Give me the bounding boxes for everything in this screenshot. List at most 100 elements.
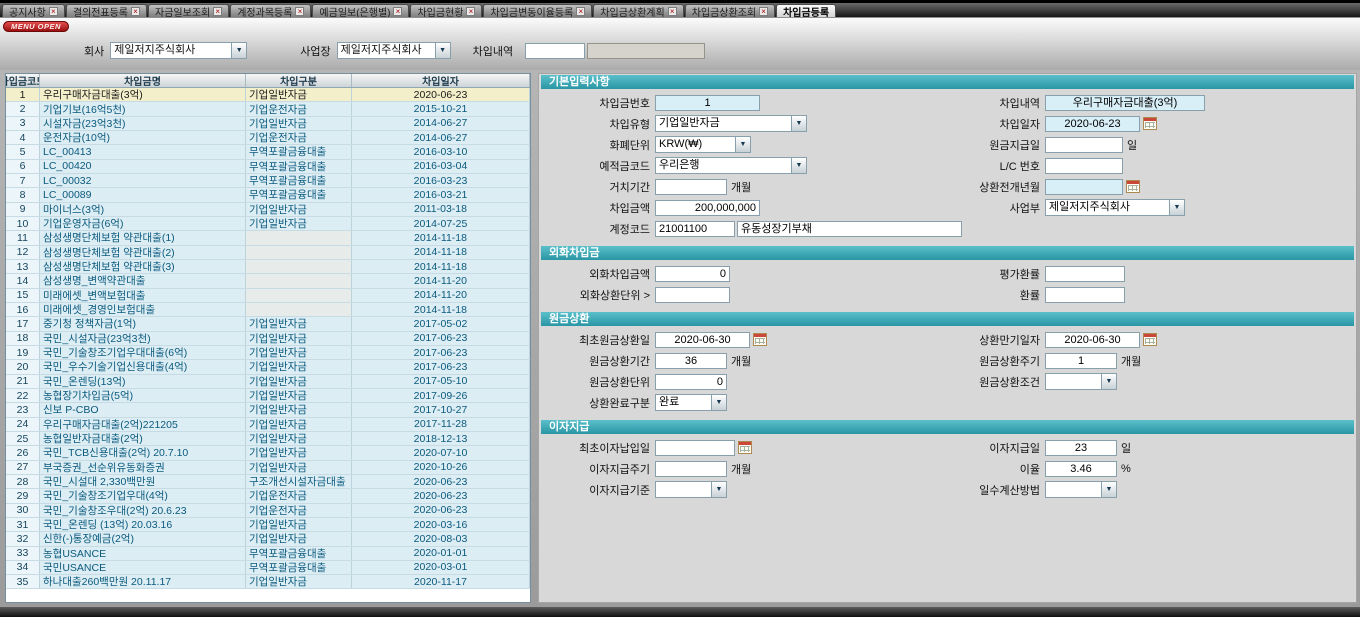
table-row[interactable]: 14삼성생명_변액약관대출2014-11-20 (6, 274, 530, 288)
table-row[interactable]: 18국민_시설자금(23억3천)기업일반자금2017-06-23 (6, 332, 530, 346)
principal-repayment-period-field[interactable]: 36 (655, 353, 727, 369)
site-select[interactable]: 제일저지주식회사 ▼ (337, 42, 451, 59)
deposit-code-select[interactable]: 우리은행▼ (655, 157, 807, 174)
tab-4[interactable]: 계정과목등록× (230, 4, 311, 17)
day-count-method-select[interactable]: ▼ (1045, 481, 1117, 498)
tab-2[interactable]: 결의전표등록× (66, 4, 147, 17)
table-row[interactable]: 28국민_시설대 2,330백만원구조개선시설자금대출2020-06-23 (6, 475, 530, 489)
first-interest-payment-date-field[interactable] (655, 440, 735, 456)
tab-10[interactable]: 차입금등록 (776, 4, 836, 17)
table-row[interactable]: 25농협일반자금대출(2억)기업일반자금2018-12-13 (6, 432, 530, 446)
table-row[interactable]: 9마이너스(3억)기업일반자금2011-03-18 (6, 203, 530, 217)
loan-name-cell: 신한(-)통장예금(2억) (40, 532, 246, 545)
table-row[interactable]: 5LC_00413무역포괄금융대출2016-03-10 (6, 145, 530, 159)
table-row[interactable]: 13삼성생명단체보험 약관대출(3)2014-11-18 (6, 260, 530, 274)
loan-description-field[interactable]: 우리구매자금대출(3억) (1045, 95, 1205, 111)
business-unit-select[interactable]: 제일저지주식회사▼ (1045, 199, 1185, 216)
table-row[interactable]: 8LC_00089무역포괄금융대출2016-03-21 (6, 188, 530, 202)
principal-repayment-cycle-field[interactable]: 1 (1045, 353, 1117, 369)
exchange-rate-field[interactable] (1045, 287, 1125, 303)
grace-period-field[interactable] (655, 179, 727, 195)
table-row[interactable]: 16미래에셋_경영인보험대출2014-11-18 (6, 303, 530, 317)
calendar-icon[interactable] (1143, 117, 1157, 130)
account-code-name-field[interactable]: 유동성장기부채 (737, 221, 962, 237)
fx-repayment-unit-field[interactable] (655, 287, 730, 303)
loan-name-cell: 하나대출260백만원 20.11.17 (40, 575, 246, 588)
maturity-date-field[interactable]: 2020-06-30 (1045, 332, 1140, 348)
tab-6[interactable]: 차입금현황× (410, 4, 482, 17)
calendar-icon[interactable] (1143, 333, 1157, 346)
repayment-complete-status-select[interactable]: 완료▼ (655, 394, 727, 411)
table-row[interactable]: 17중기청 정책자금(1억)기업일반자금2017-05-02 (6, 317, 530, 331)
tab-9[interactable]: 차입금상환조회× (685, 4, 775, 17)
table-row[interactable]: 3시설자금(23억3천)기업일반자금2014-06-27 (6, 117, 530, 131)
loan-desc-code-input[interactable] (525, 43, 585, 59)
close-icon[interactable]: × (213, 7, 222, 16)
tab-5[interactable]: 예금일보(은행별)× (312, 4, 409, 17)
table-row[interactable]: 31국민_온렌딩 (13억) 20.03.16기업일반자금2020-03-16 (6, 518, 530, 532)
close-icon[interactable]: × (393, 7, 402, 16)
table-row[interactable]: 34국민USANCE무역포괄금융대출2020-03-01 (6, 561, 530, 575)
principal-repayment-condition-select[interactable]: ▼ (1045, 373, 1117, 390)
table-row[interactable]: 27부국증권_선순위유동화증권기업일반자금2020-10-26 (6, 461, 530, 475)
loan-number-field[interactable]: 1 (655, 95, 760, 111)
tab-8[interactable]: 차입금상환계획× (593, 4, 683, 17)
loan-type-select[interactable]: 기업일반자금▼ (655, 115, 807, 132)
close-icon[interactable]: × (466, 7, 475, 16)
close-icon[interactable]: × (576, 7, 585, 16)
account-code-field[interactable]: 21001100 (655, 221, 735, 237)
loan-desc-name-input[interactable] (587, 43, 705, 59)
first-principal-repayment-date-field[interactable]: 2020-06-30 (655, 332, 750, 348)
close-icon[interactable]: × (668, 7, 677, 16)
table-row[interactable]: 1우리구매자금대출(3억)기업일반자금2020-06-23 (6, 88, 530, 102)
calendar-icon[interactable] (1126, 180, 1140, 193)
company-select[interactable]: 제일저지주식회사 ▼ (110, 42, 247, 59)
table-row[interactable]: 24우리구매자금대출(2억)221205기업일반자금2017-11-28 (6, 418, 530, 432)
close-icon[interactable]: × (49, 7, 58, 16)
table-row[interactable]: 30국민_기술창조우대(2억) 20.6.23기업운전자금2020-06-23 (6, 504, 530, 518)
tab-1[interactable]: 공지사항× (2, 4, 65, 17)
interest-payment-basis-select[interactable]: ▼ (655, 481, 727, 498)
table-row[interactable]: 19국민_기술창조기업우대대출(6억)기업일반자금2017-06-23 (6, 346, 530, 360)
table-row[interactable]: 32신한(-)통장예금(2억)기업일반자금2020-08-03 (6, 532, 530, 546)
table-row[interactable]: 21국민_온렌딩(13억)기업일반자금2017-05-10 (6, 375, 530, 389)
table-row[interactable]: 23신보 P-CBO기업일반자금2017-10-27 (6, 403, 530, 417)
menu-open-button[interactable]: MENU OPEN (3, 21, 69, 32)
loan-date-field[interactable]: 2020-06-23 (1045, 116, 1140, 132)
table-row[interactable]: 7LC_00032무역포괄금융대출2016-03-23 (6, 174, 530, 188)
table-row[interactable]: 10기업운영자금(6억)기업일반자금2014-07-25 (6, 217, 530, 231)
principal-payment-day-field[interactable] (1045, 137, 1123, 153)
tab-7[interactable]: 차입금변동이율등록× (483, 4, 592, 17)
table-row[interactable]: 35하나대출260백만원 20.11.17기업일반자금2020-11-17 (6, 575, 530, 589)
table-row[interactable]: 11삼성생명단체보험 약관대출(1)2014-11-18 (6, 231, 530, 245)
interest-rate-field[interactable]: 3.46 (1045, 461, 1117, 477)
table-row[interactable]: 6LC_00420무역포괄금융대출2016-03-04 (6, 160, 530, 174)
interest-payment-cycle-field[interactable] (655, 461, 727, 477)
table-row[interactable]: 12삼성생명단체보험 약관대출(2)2014-11-18 (6, 246, 530, 260)
principal-repayment-unit-field[interactable]: 0 (655, 374, 727, 390)
table-row[interactable]: 15미래에셋_변액보험대출2014-11-20 (6, 289, 530, 303)
grace-period-suffix: 개월 (731, 179, 751, 195)
interest-payment-day-field[interactable]: 23 (1045, 440, 1117, 456)
loan-date-cell: 2016-03-23 (352, 174, 530, 187)
table-row[interactable]: 4운전자금(10억)기업운전자금2014-06-27 (6, 131, 530, 145)
loan-amount-field[interactable]: 200,000,000 (655, 200, 760, 216)
close-icon[interactable]: × (759, 7, 768, 16)
table-row[interactable]: 20국민_우수기술기업신용대출(4억)기업일반자금2017-06-23 (6, 360, 530, 374)
table-row[interactable]: 26국민_TCB신용대출(2억) 20.7.10기업일반자금2020-07-10 (6, 446, 530, 460)
table-row[interactable]: 22농협장기차입금(5억)기업일반자금2017-09-26 (6, 389, 530, 403)
fx-loan-amount-field[interactable]: 0 (655, 266, 730, 282)
rollover-year-month-field[interactable] (1045, 179, 1123, 195)
loan-date-cell: 2014-11-20 (352, 289, 530, 302)
table-row[interactable]: 33농협USANCE무역포괄금융대출2020-01-01 (6, 547, 530, 561)
close-icon[interactable]: × (131, 7, 140, 16)
table-row[interactable]: 2기업기보(16억5천)기업운전자금2015-10-21 (6, 102, 530, 116)
calendar-icon[interactable] (738, 441, 752, 454)
calendar-icon[interactable] (753, 333, 767, 346)
valuation-exchange-rate-field[interactable] (1045, 266, 1125, 282)
tab-3[interactable]: 자금일보조회× (148, 4, 229, 17)
table-row[interactable]: 29국민_기술창조기업우대(4억)기업운전자금2020-06-23 (6, 489, 530, 503)
lc-number-field[interactable] (1045, 158, 1123, 174)
currency-unit-select[interactable]: KRW(₩)▼ (655, 136, 751, 153)
close-icon[interactable]: × (295, 7, 304, 16)
